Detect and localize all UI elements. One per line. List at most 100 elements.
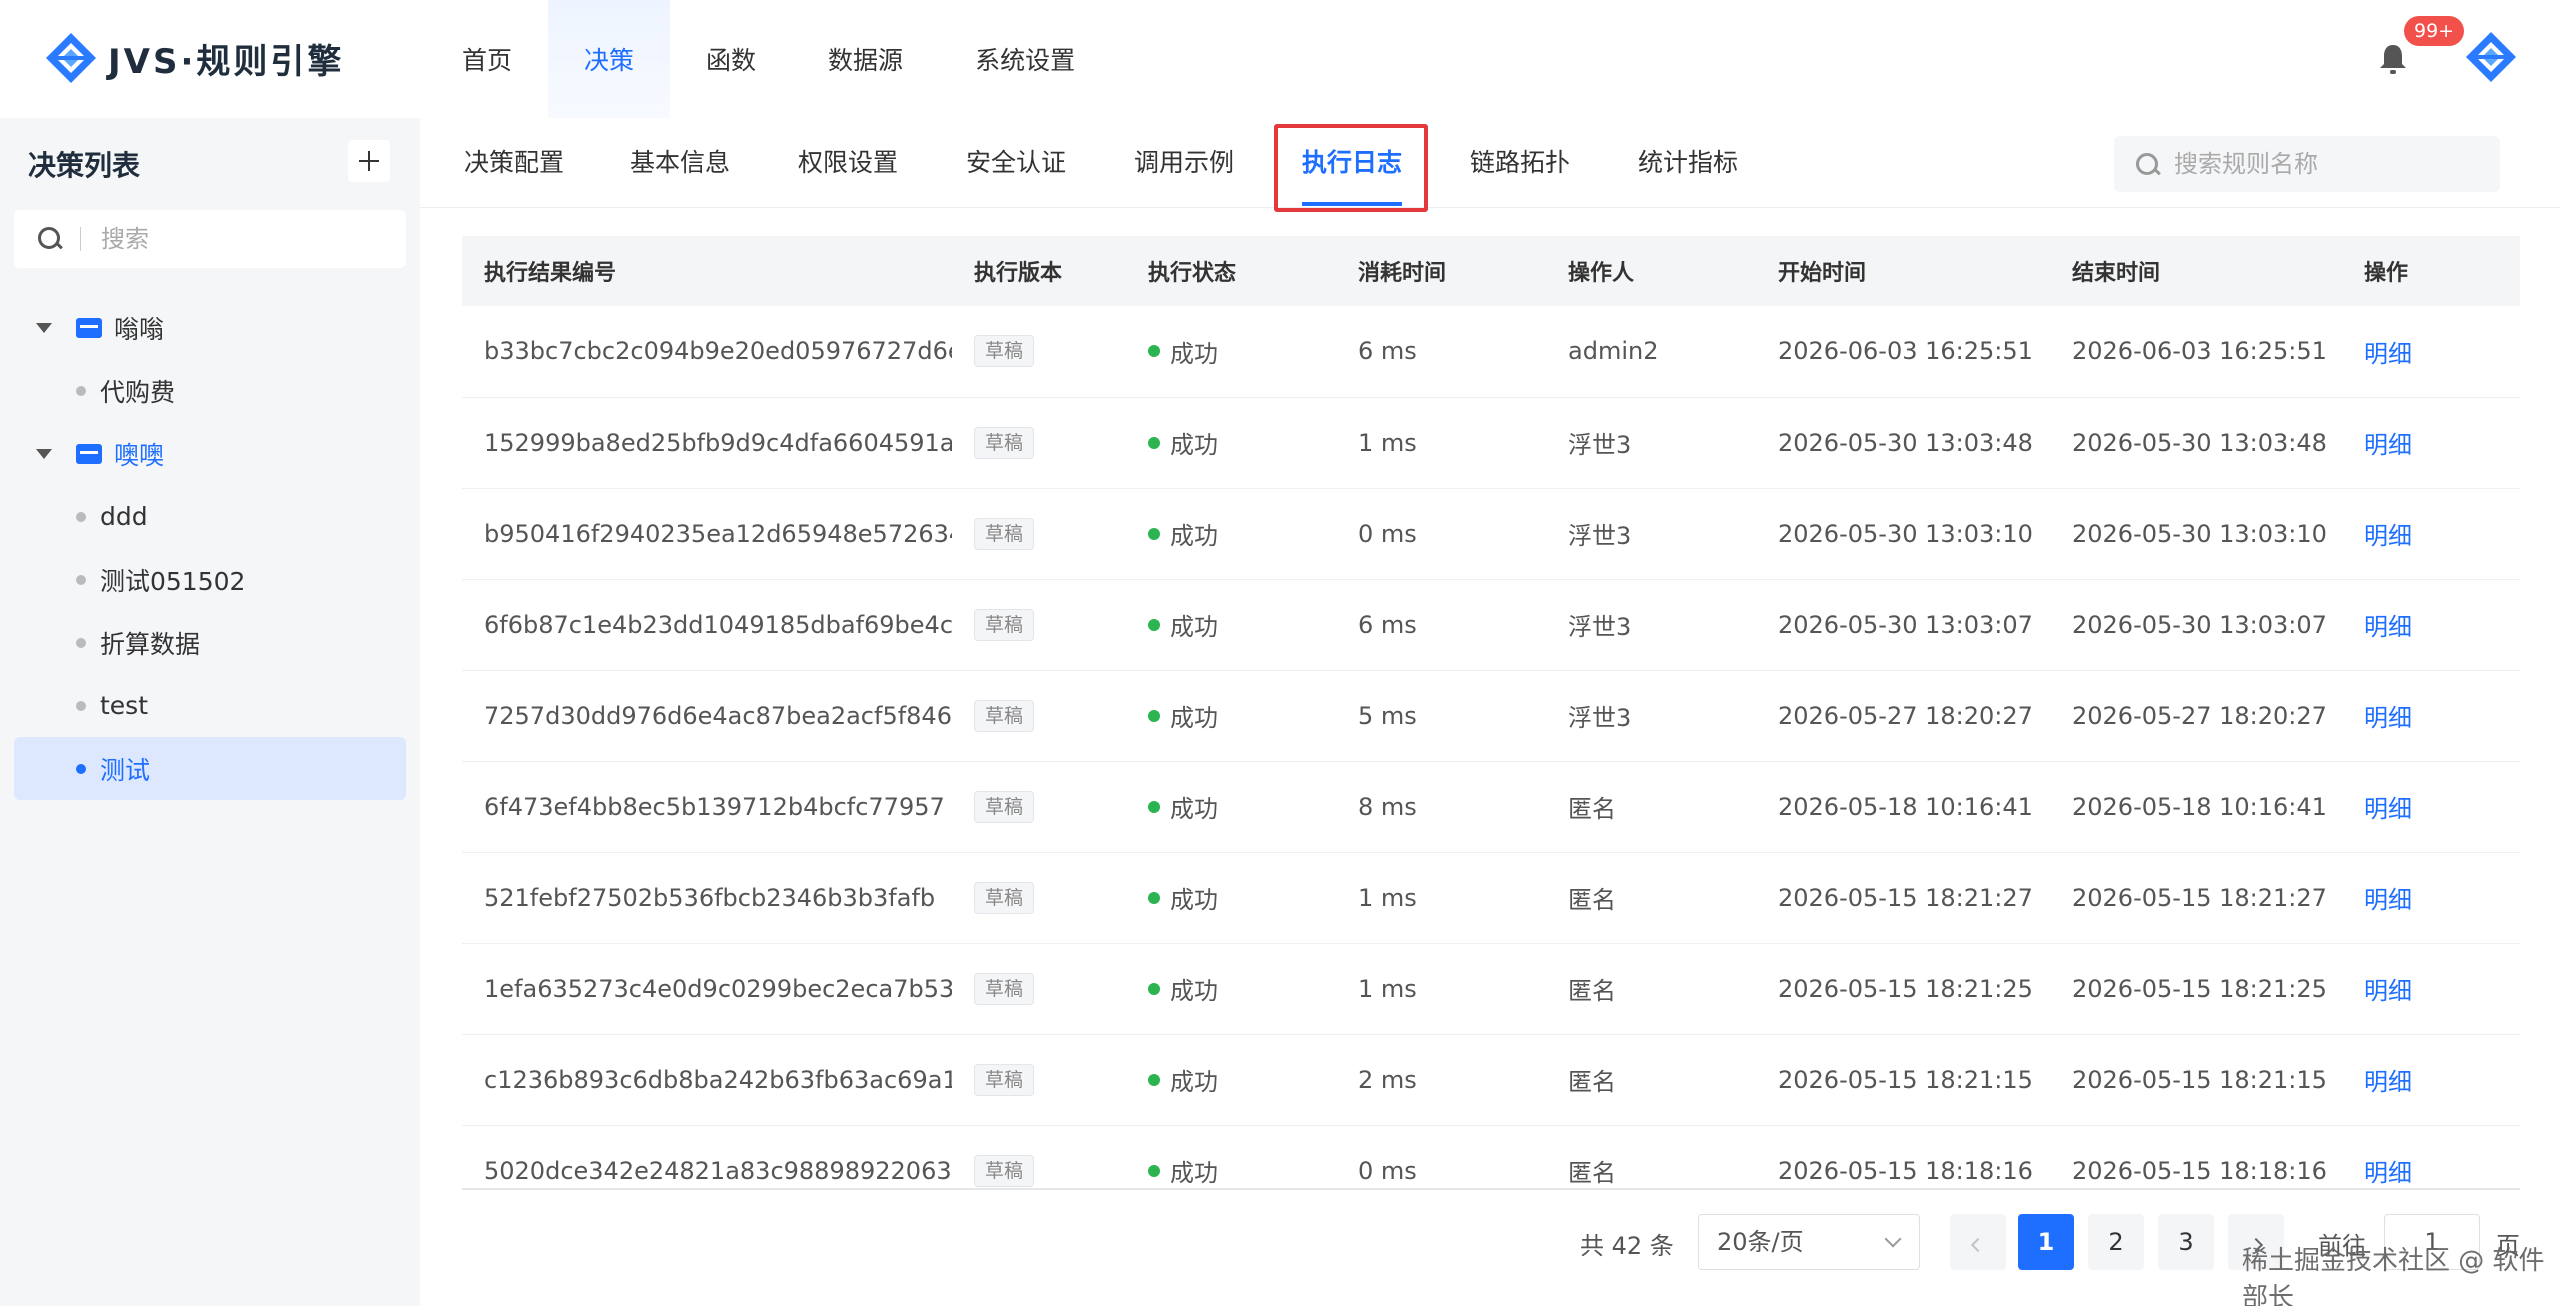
tree-group-ouou[interactable]: 噢噢	[14, 422, 406, 485]
status-indicator: 成功	[1148, 880, 1218, 915]
tab-permissions[interactable]: 权限设置	[798, 118, 898, 208]
detail-link[interactable]: 明细	[2364, 704, 2412, 732]
tree-group-label: 嗡嗡	[114, 314, 165, 344]
cell-operator: 浮世3	[1568, 522, 1632, 550]
user-avatar-icon[interactable]	[2464, 30, 2518, 84]
top-header: JVS·规则引擎 首页 决策 函数 数据源 系统设置 99+	[0, 0, 2560, 118]
nav-item-home[interactable]: 首页	[426, 0, 548, 118]
detail-link[interactable]: 明细	[2364, 977, 2412, 1005]
tree-item-test[interactable]: test	[14, 674, 406, 737]
bullet-dot-icon	[76, 763, 86, 774]
detail-link[interactable]: 明细	[2364, 1159, 2412, 1187]
tab-call-example[interactable]: 调用示例	[1134, 118, 1234, 208]
page-size-value: 20条/页	[1717, 1228, 1804, 1256]
cell-operator: 浮世3	[1568, 431, 1632, 459]
detail-link[interactable]: 明细	[2364, 795, 2412, 823]
sidebar-title: 决策列表	[28, 149, 141, 182]
sidebar-search-input[interactable]	[101, 225, 381, 253]
tree-item-test051502[interactable]: 测试051502	[14, 548, 406, 611]
col-header-status[interactable]: 执行状态	[1126, 236, 1336, 306]
pagination: 共 42 条 20条/页 1 2 3 前往 1 页	[0, 1214, 2560, 1272]
cell-start: 2026-05-15 18:21:25	[1778, 974, 2033, 1003]
col-header-id[interactable]: 执行结果编号	[462, 236, 952, 306]
nav-item-datasource[interactable]: 数据源	[792, 0, 939, 118]
cell-end: 2026-05-18 10:16:41	[2072, 792, 2327, 821]
bullet-dot-icon	[76, 511, 86, 522]
tab-security[interactable]: 安全认证	[966, 118, 1066, 208]
detail-link[interactable]: 明细	[2364, 1068, 2412, 1096]
tab-statistics[interactable]: 统计指标	[1638, 118, 1738, 208]
col-header-operator[interactable]: 操作人	[1546, 236, 1756, 306]
detail-link[interactable]: 明细	[2364, 522, 2412, 550]
cell-status: 成功	[1126, 397, 1336, 488]
page-button-1[interactable]: 1	[2018, 1214, 2074, 1270]
status-indicator: 成功	[1148, 698, 1218, 733]
tree-item-zhesuan[interactable]: 折算数据	[14, 611, 406, 674]
tab-decision-config[interactable]: 决策配置	[464, 118, 564, 208]
cell-cost: 8 ms	[1358, 792, 1417, 821]
detail-link[interactable]: 明细	[2364, 613, 2412, 641]
cell-cost: 1 ms	[1358, 883, 1417, 912]
col-header-version[interactable]: 执行版本	[952, 236, 1126, 306]
bullet-dot-icon	[76, 637, 86, 648]
cell-start: 2026-05-30 13:03:48	[1778, 428, 2033, 457]
tree-item-label: 代购费	[100, 377, 176, 407]
caret-down-icon[interactable]	[36, 448, 52, 459]
status-dot-icon	[1148, 982, 1160, 995]
detail-link[interactable]: 明细	[2364, 340, 2412, 368]
detail-link[interactable]: 明细	[2364, 886, 2412, 914]
page-button-3[interactable]: 3	[2158, 1214, 2214, 1270]
status-label: 成功	[1170, 977, 1218, 1005]
tree-item-ddd[interactable]: ddd	[14, 485, 406, 548]
cell-version: 草稿	[952, 1034, 1126, 1125]
cell-action: 明细	[2342, 1125, 2520, 1190]
page-button-2[interactable]: 2	[2088, 1214, 2144, 1270]
prev-page-button[interactable]	[1950, 1214, 2006, 1270]
cell-id: c1236b893c6db8ba242b63fb63ac69a1	[484, 1065, 952, 1094]
jvs-logo-icon	[46, 33, 96, 83]
status-dot-icon	[1148, 436, 1160, 449]
tab-basic-info[interactable]: 基本信息	[630, 118, 730, 208]
cell-end: 2026-05-30 13:03:48	[2072, 428, 2327, 457]
app-title: JVS·规则引擎	[108, 41, 345, 82]
col-header-cost[interactable]: 消耗时间	[1336, 236, 1546, 306]
version-tag: 草稿	[974, 790, 1035, 823]
nav-item-functions[interactable]: 函数	[670, 0, 792, 118]
bell-icon[interactable]	[2376, 42, 2410, 76]
table-header-row: 执行结果编号 执行版本 执行状态 消耗时间 操作人 开始时间 结束时间 操作	[462, 236, 2520, 306]
tree-item-daigoufei[interactable]: 代购费	[14, 359, 406, 422]
add-decision-button[interactable]	[348, 140, 390, 182]
cell-start: 2026-05-15 18:21:15	[1778, 1065, 2033, 1094]
app-logo[interactable]: JVS·规则引擎	[44, 28, 344, 88]
tab-link-topology[interactable]: 链路拓扑	[1470, 118, 1570, 208]
cell-version: 草稿	[952, 943, 1126, 1034]
cell-start: 2026-05-30 13:03:10	[1778, 519, 2033, 548]
nav-item-settings[interactable]: 系统设置	[939, 0, 1111, 118]
table-row: c1236b893c6db8ba242b63fb63ac69a1 草稿 成功 2 ms…	[462, 1034, 2520, 1125]
caret-down-icon[interactable]	[36, 322, 52, 333]
decision-tree: 嗡嗡 代购费 噢噢 ddd 测试051502 折算数据 test 测试	[14, 296, 406, 800]
cell-cost: 0 ms	[1358, 519, 1417, 548]
cell-id: 7257d30dd976d6e4ac87bea2acf5f846	[484, 701, 952, 730]
status-label: 成功	[1170, 704, 1218, 732]
nav-item-decision[interactable]: 决策	[548, 0, 671, 118]
page-size-select[interactable]: 20条/页	[1698, 1214, 1920, 1270]
tree-group-wengweng[interactable]: 嗡嗡	[14, 296, 406, 359]
sidebar: 决策列表 嗡嗡 代购费 噢噢 ddd 测试051502	[0, 118, 420, 1306]
col-header-start[interactable]: 开始时间	[1756, 236, 2050, 306]
cell-version: 草稿	[952, 397, 1126, 488]
status-label: 成功	[1170, 522, 1218, 550]
cell-status: 成功	[1126, 670, 1336, 761]
cell-version: 草稿	[952, 852, 1126, 943]
rule-search-input[interactable]	[2174, 150, 2494, 178]
status-label: 成功	[1170, 613, 1218, 641]
tree-item-ceshi[interactable]: 测试	[14, 737, 406, 800]
col-header-end[interactable]: 结束时间	[2050, 236, 2342, 306]
version-tag: 草稿	[974, 699, 1035, 732]
table-row: 6f473ef4bb8ec5b139712b4bcfc77957 草稿 成功 8 ms…	[462, 761, 2520, 852]
status-indicator: 成功	[1148, 971, 1218, 1006]
version-tag: 草稿	[974, 426, 1035, 459]
cell-action: 明细	[2342, 670, 2520, 761]
detail-link[interactable]: 明细	[2364, 431, 2412, 459]
cell-status: 成功	[1126, 761, 1336, 852]
